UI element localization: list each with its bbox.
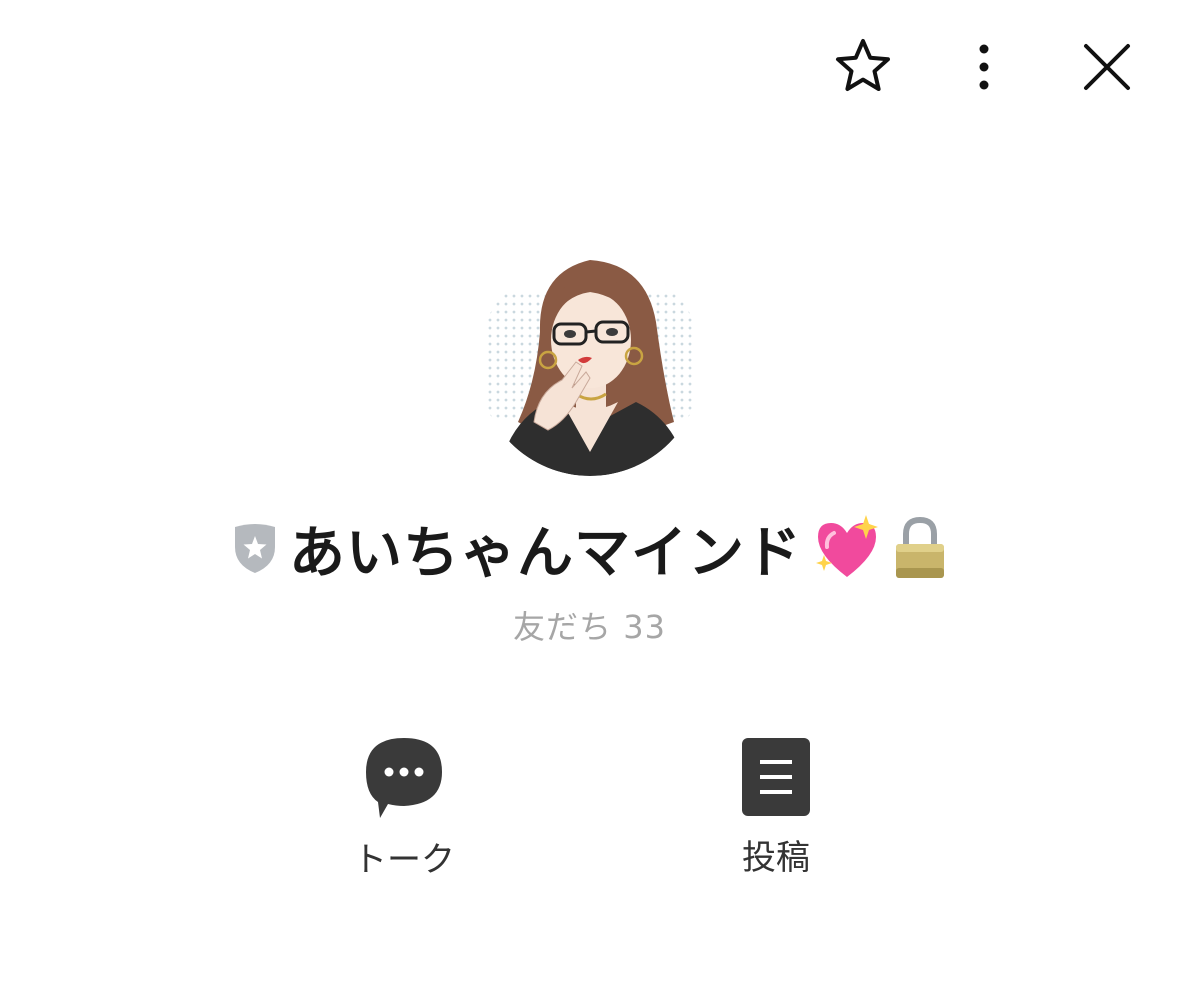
- more-options-button[interactable]: [956, 34, 1012, 100]
- post-label: 投稿: [742, 838, 810, 878]
- shield-star-badge-icon: [235, 524, 275, 573]
- lock-emoji: [896, 516, 944, 578]
- vertical-ellipsis-icon: [979, 44, 989, 90]
- sparkling-heart-emoji: [816, 515, 878, 577]
- favorite-button[interactable]: [830, 34, 896, 100]
- close-x-icon: [1084, 44, 1130, 90]
- profile-name: あいちゃんマインド: [289, 520, 802, 586]
- talk-label: トーク: [353, 840, 455, 880]
- chat-bubble-icon: [366, 738, 442, 818]
- post-document-icon: [742, 738, 810, 816]
- post-button[interactable]: 投稿: [716, 734, 836, 879]
- friends-count[interactable]: 友だち 33: [0, 602, 1179, 648]
- talk-button[interactable]: トーク: [344, 734, 464, 881]
- close-button[interactable]: [1076, 34, 1138, 100]
- profile-name-row: あいちゃんマインド: [0, 508, 1179, 588]
- profile-avatar[interactable]: [478, 252, 702, 476]
- star-outline-icon: [836, 39, 890, 91]
